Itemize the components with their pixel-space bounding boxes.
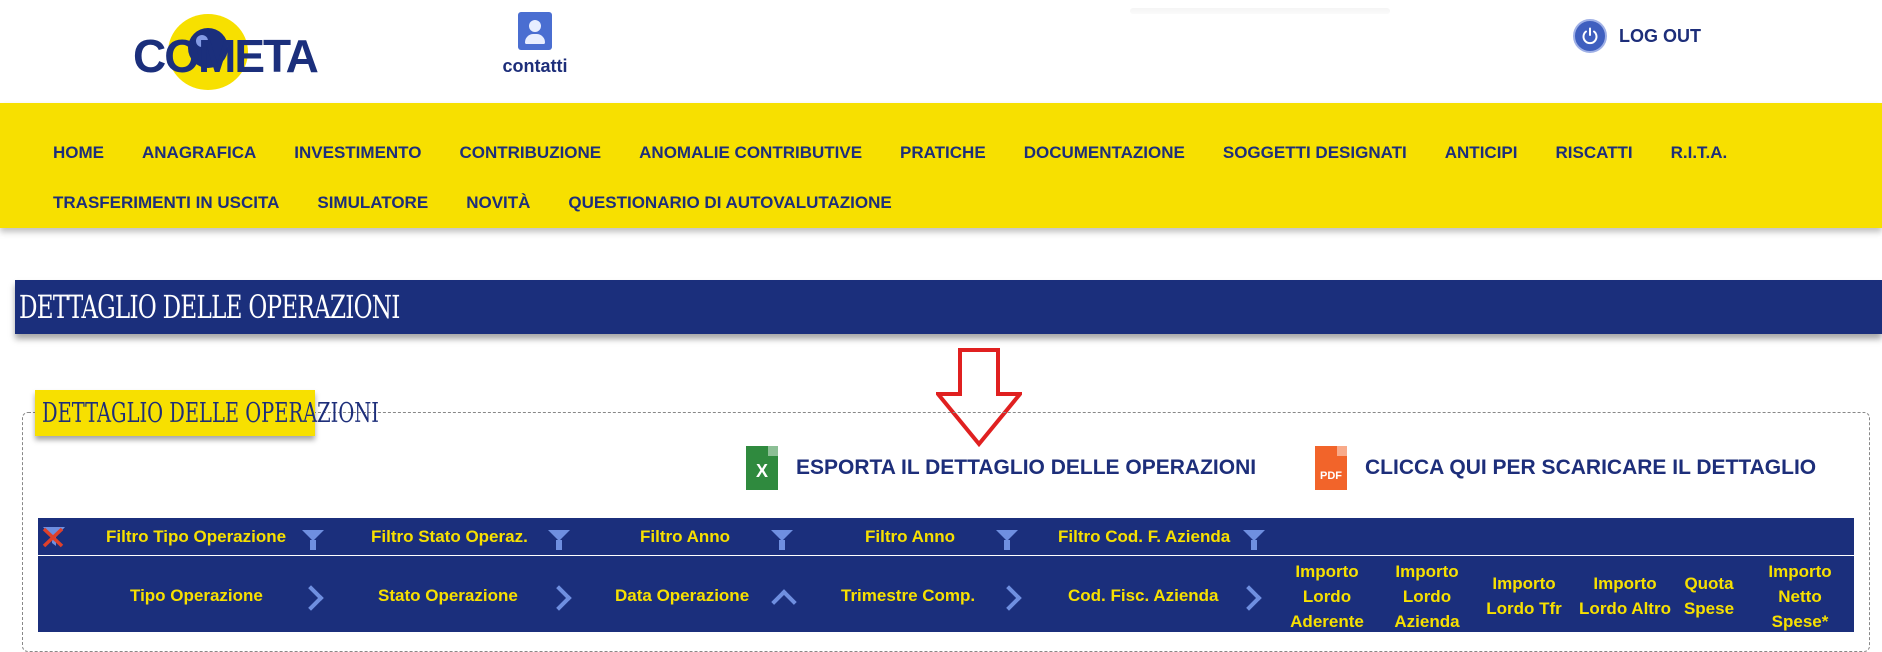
nav-rita[interactable]: R.I.T.A.	[1671, 143, 1728, 163]
filter-funnel-icon[interactable]	[771, 530, 793, 550]
cometa-logo[interactable]: COMETA	[133, 10, 363, 92]
download-pdf-label: CLICCA QUI PER SCARICARE IL DETTAGLIO	[1365, 456, 1817, 479]
nav-investimento[interactable]: INVESTIMENTO	[294, 143, 421, 163]
column-importo-lordo-azienda[interactable]: Importo Lordo Azienda	[1379, 559, 1475, 634]
nav-trasferimenti-in-uscita[interactable]: TRASFERIMENTI IN USCITA	[53, 193, 279, 213]
sort-chevron-right-icon[interactable]	[1236, 585, 1262, 611]
nav-anagrafica[interactable]: ANAGRAFICA	[142, 143, 256, 163]
filter-tipo-operazione[interactable]: Filtro Tipo Operazione	[106, 527, 286, 547]
column-quota-spese[interactable]: Quota Spese	[1679, 571, 1739, 621]
contact-book-icon	[518, 12, 552, 50]
pdf-file-icon: PDF	[1315, 446, 1347, 490]
nav-anticipi[interactable]: ANTICIPI	[1445, 143, 1518, 163]
export-excel-button[interactable]: X ESPORTA IL DETTAGLIO DELLE OPERAZIONI	[746, 446, 1256, 490]
column-importo-lordo-tfr[interactable]: Importo Lordo Tfr	[1479, 571, 1569, 621]
filter-stato-operazione[interactable]: Filtro Stato Operaz.	[371, 527, 528, 547]
logout-label: LOG OUT	[1619, 25, 1701, 46]
contacts-label: contatti	[502, 56, 568, 76]
column-importo-lordo-altro[interactable]: Importo Lordo Altro	[1571, 571, 1679, 621]
clear-filter-icon[interactable]	[42, 526, 66, 548]
nav-row-primary: HOME ANAGRAFICA INVESTIMENTO CONTRIBUZIO…	[53, 143, 1765, 163]
page-title: DETTAGLIO DELLE OPERAZIONI	[19, 288, 400, 326]
nav-contribuzione[interactable]: CONTRIBUZIONE	[459, 143, 601, 163]
column-data-operazione[interactable]: Data Operazione	[615, 586, 749, 606]
excel-icon-letter: X	[755, 461, 768, 481]
table-filter-row: Filtro Tipo Operazione Filtro Stato Oper…	[38, 518, 1854, 555]
filter-anno-trimestre[interactable]: Filtro Anno	[865, 527, 955, 547]
contacts-link[interactable]: contatti	[500, 12, 570, 77]
table-header-row: Tipo Operazione Stato Operazione Data Op…	[38, 556, 1854, 632]
nav-simulatore[interactable]: SIMULATORE	[317, 193, 428, 213]
nav-home[interactable]: HOME	[53, 143, 104, 163]
export-excel-label: ESPORTA IL DETTAGLIO DELLE OPERAZIONI	[796, 456, 1257, 479]
logo-text: COMETA	[133, 30, 318, 82]
download-pdf-button[interactable]: PDF CLICCA QUI PER SCARICARE IL DETTAGLI…	[1315, 446, 1816, 490]
filter-funnel-icon[interactable]	[1243, 530, 1265, 550]
nav-questionario[interactable]: QUESTIONARIO DI AUTOVALUTAZIONE	[568, 193, 891, 213]
section-title-label: DETTAGLIO DELLE OPERAZIONI	[35, 390, 379, 436]
column-trimestre-comp[interactable]: Trimestre Comp.	[841, 586, 975, 606]
filter-funnel-icon[interactable]	[302, 530, 324, 550]
filter-funnel-icon[interactable]	[548, 530, 570, 550]
sort-chevron-right-icon[interactable]	[996, 585, 1022, 611]
column-tipo-operazione[interactable]: Tipo Operazione	[130, 586, 263, 606]
filter-funnel-icon[interactable]	[996, 530, 1018, 550]
sort-chevron-right-icon[interactable]	[298, 585, 324, 611]
nav-riscatti[interactable]: RISCATTI	[1555, 143, 1632, 163]
sort-chevron-up-icon[interactable]	[771, 589, 797, 615]
page-title-bar: DETTAGLIO DELLE OPERAZIONI	[15, 280, 1882, 334]
section-title: DETTAGLIO DELLE OPERAZIONI	[42, 398, 379, 429]
nav-novita[interactable]: NOVITÀ	[466, 193, 530, 213]
header-shadow-bar	[1130, 8, 1390, 14]
main-navigation: HOME ANAGRAFICA INVESTIMENTO CONTRIBUZIO…	[0, 103, 1882, 228]
nav-anomalie-contributive[interactable]: ANOMALIE CONTRIBUTIVE	[639, 143, 862, 163]
pdf-icon-text: PDF	[1320, 470, 1342, 482]
column-cod-fisc-azienda[interactable]: Cod. Fisc. Azienda	[1068, 586, 1219, 606]
column-importo-lordo-aderente[interactable]: Importo Lordo Aderente	[1279, 559, 1375, 634]
filter-anno-data[interactable]: Filtro Anno	[640, 527, 730, 547]
filter-cod-fisc-azienda[interactable]: Filtro Cod. F. Azienda	[1058, 527, 1230, 547]
logout-button[interactable]: LOG OUT	[1573, 18, 1701, 54]
sort-chevron-right-icon[interactable]	[546, 585, 572, 611]
nav-soggetti-designati[interactable]: SOGGETTI DESIGNATI	[1223, 143, 1407, 163]
column-importo-netto-spese[interactable]: Importo Netto Spese*	[1752, 559, 1848, 634]
nav-row-secondary: TRASFERIMENTI IN USCITA SIMULATORE NOVIT…	[53, 193, 930, 213]
nav-documentazione[interactable]: DOCUMENTAZIONE	[1024, 143, 1185, 163]
nav-pratiche[interactable]: PRATICHE	[900, 143, 986, 163]
power-icon	[1573, 19, 1607, 53]
column-stato-operazione[interactable]: Stato Operazione	[378, 586, 518, 606]
excel-file-icon: X	[746, 446, 778, 490]
